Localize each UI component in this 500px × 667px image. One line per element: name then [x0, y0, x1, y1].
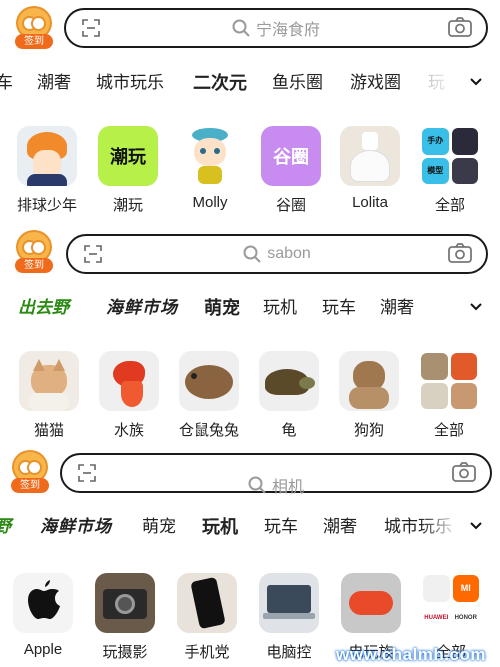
- checkin-label: 签到: [11, 478, 49, 493]
- category-all[interactable]: 手办 模型 全部: [410, 126, 490, 215]
- tab-seafood-market[interactable]: 海鲜市场: [106, 295, 178, 321]
- category-lolita[interactable]: Lolita: [330, 126, 410, 211]
- camera-search-icon[interactable]: [448, 243, 472, 263]
- search-icon: [248, 476, 266, 494]
- tab-luxury[interactable]: 潮奢: [380, 295, 414, 321]
- tab-outdoor[interactable]: 出去野: [18, 295, 69, 321]
- laptop-icon: [259, 573, 319, 633]
- search-bar[interactable]: 宁海食府: [64, 8, 488, 48]
- checkin-label: 签到: [15, 34, 53, 49]
- checkin-button[interactable]: 签到: [8, 450, 52, 494]
- watermark-text: www.chalmh.com: [336, 645, 486, 664]
- panel-pets: 签到 sabon 出去野 海鲜市场 萌宠 玩机 玩车 潮奢 猫猫 水族 仓鼠兔兔…: [0, 225, 500, 447]
- guquan-tile-icon: 谷圈: [261, 126, 321, 186]
- category-apple[interactable]: Apple: [3, 573, 83, 658]
- category-all[interactable]: 全部: [409, 351, 489, 440]
- category-guquan[interactable]: 谷圈 谷圈: [251, 126, 331, 215]
- category-grid: 猫猫 水族 仓鼠兔兔 龟 狗狗 全部: [0, 351, 500, 447]
- checkin-label: 签到: [15, 258, 53, 273]
- category-hamster-rabbit[interactable]: 仓鼠兔兔: [169, 351, 249, 440]
- category-aquarium[interactable]: 水族: [89, 351, 169, 440]
- phone-icon: [177, 573, 237, 633]
- search-placeholder: sabon: [267, 244, 311, 262]
- category-photography[interactable]: 玩摄影: [85, 573, 165, 662]
- panel-gadgets: 签到 相机 野 海鲜市场 萌宠 玩机 玩车 潮奢 城市玩乐: [0, 447, 500, 667]
- tab-cars[interactable]: 玩车: [322, 295, 356, 321]
- gamepad-icon: [341, 573, 401, 633]
- tab-car[interactable]: 车: [0, 70, 13, 96]
- chevron-down-icon[interactable]: [468, 299, 484, 315]
- tab-gaming[interactable]: 游戏圈: [350, 70, 401, 96]
- chevron-down-icon[interactable]: [468, 74, 484, 90]
- tab-pets[interactable]: 萌宠: [142, 514, 176, 540]
- checkin-button[interactable]: 签到: [12, 6, 56, 50]
- category-cats[interactable]: 猫猫: [9, 351, 89, 440]
- tab-anime[interactable]: 二次元: [193, 70, 247, 96]
- molly-figure-icon: [180, 126, 240, 186]
- chevron-down-icon[interactable]: [468, 518, 484, 534]
- tab-cars[interactable]: 玩车: [264, 514, 298, 540]
- cat-icon: [19, 351, 79, 411]
- category-molly[interactable]: Molly: [170, 126, 250, 211]
- tab-seafood-market[interactable]: 海鲜市场: [40, 514, 112, 540]
- category-grid: 排球少年 潮玩 潮玩 Molly 谷圈 谷圈 Lolita 手办 模型 全部: [0, 126, 500, 225]
- panel-anime: 签到 宁海食府 车 潮奢 城市玩乐 二次元 鱼乐圈 游戏圈 玩: [0, 0, 500, 225]
- search-bar[interactable]: 相机: [60, 453, 492, 496]
- category-haikyuu[interactable]: 排球少年: [7, 126, 87, 215]
- all-grid-icon: [419, 351, 479, 411]
- tab-gadgets[interactable]: 玩机: [202, 514, 238, 540]
- search-icon: [243, 245, 261, 263]
- tab-bar: 野 海鲜市场 萌宠 玩机 玩车 潮奢 城市玩乐: [0, 514, 500, 544]
- search-icon: [232, 19, 250, 37]
- tab-outdoor[interactable]: 野: [0, 514, 11, 540]
- all-grid-icon: 手办 模型: [420, 126, 480, 186]
- tab-fishing[interactable]: 鱼乐圈: [272, 70, 323, 96]
- tab-city-fun[interactable]: 城市玩乐: [96, 70, 164, 96]
- turtle-icon: [259, 351, 319, 411]
- dog-icon: [339, 351, 399, 411]
- lolita-dress-icon: [340, 126, 400, 186]
- checkin-button[interactable]: 签到: [12, 230, 56, 274]
- search-placeholder: 相机: [271, 478, 304, 496]
- apple-logo-icon: [13, 573, 73, 633]
- tab-luxury[interactable]: 潮奢: [37, 70, 71, 96]
- search-bar[interactable]: sabon: [66, 234, 488, 274]
- tab-gadgets[interactable]: 玩机: [263, 295, 297, 321]
- category-chaowan[interactable]: 潮玩 潮玩: [88, 126, 168, 215]
- rabbit-icon: [179, 351, 239, 411]
- category-phones[interactable]: 手机党: [167, 573, 247, 662]
- camera-search-icon[interactable]: [452, 462, 476, 482]
- tab-pets[interactable]: 萌宠: [204, 295, 240, 321]
- camera-search-icon[interactable]: [448, 17, 472, 37]
- category-dogs[interactable]: 狗狗: [329, 351, 409, 440]
- all-grid-icon: MI HUAWEI HONOR: [421, 573, 481, 633]
- tab-bar: 车 潮奢 城市玩乐 二次元 鱼乐圈 游戏圈 玩: [0, 70, 500, 100]
- camera-icon: [95, 573, 155, 633]
- tab-bar: 出去野 海鲜市场 萌宠 玩机 玩车 潮奢: [0, 295, 500, 325]
- category-computers[interactable]: 电脑控: [249, 573, 329, 662]
- tab-luxury[interactable]: 潮奢: [323, 514, 357, 540]
- fish-icon: [99, 351, 159, 411]
- anime-boy-icon: [17, 126, 77, 186]
- category-turtle[interactable]: 龟: [249, 351, 329, 440]
- search-placeholder: 宁海食府: [255, 21, 320, 39]
- chaowan-tile-icon: 潮玩: [98, 126, 158, 186]
